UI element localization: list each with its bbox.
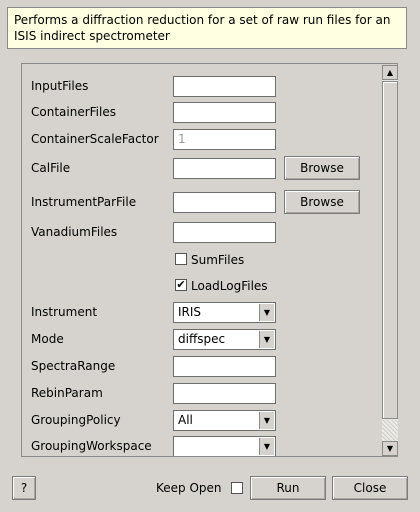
down-arrow-icon[interactable]: ▼ [382, 441, 398, 456]
container-files-field[interactable] [173, 102, 276, 123]
chevron-down-icon: ▼ [259, 331, 274, 348]
close-button[interactable]: Close [332, 476, 408, 500]
algorithm-description: Performs a diffraction reduction for a s… [7, 7, 407, 49]
row-load-log-files: ✔ LoadLogFiles [22, 275, 397, 299]
instrument-value: IRIS [178, 305, 202, 319]
instrument-label: Instrument [31, 305, 98, 319]
mode-select[interactable]: diffspec ▼ [173, 329, 276, 350]
sum-files-checkbox[interactable] [175, 253, 187, 265]
properties-panel: InputFiles ContainerFiles ContainerScale… [21, 63, 398, 457]
load-log-files-label: LoadLogFiles [191, 279, 268, 293]
row-container-files: ContainerFiles [22, 101, 397, 125]
grouping-workspace-label: GroupingWorkspace [31, 439, 152, 453]
row-rebin-param: RebinParam [22, 382, 397, 406]
grouping-policy-label: GroupingPolicy [31, 413, 121, 427]
row-grouping-workspace: GroupingWorkspace ▼ [22, 435, 397, 456]
up-arrow-icon[interactable]: ▲ [382, 65, 398, 80]
mode-label: Mode [31, 332, 64, 346]
instrument-par-file-field[interactable] [173, 192, 276, 213]
rebin-param-label: RebinParam [31, 386, 103, 400]
row-mode: Mode diffspec ▼ [22, 328, 397, 352]
vertical-scrollbar[interactable]: ▲ ▼ [382, 65, 398, 456]
mode-value: diffspec [178, 332, 226, 346]
cal-file-field[interactable] [173, 158, 276, 179]
spectra-range-field[interactable] [173, 356, 276, 377]
scrollbar-thumb[interactable] [382, 81, 398, 419]
row-sum-files: SumFiles [22, 249, 397, 273]
spectra-range-label: SpectraRange [31, 359, 116, 373]
row-instrument: Instrument IRIS ▼ [22, 301, 397, 325]
load-log-files-checkbox[interactable]: ✔ [175, 279, 187, 291]
keep-open-checkbox[interactable] [231, 482, 243, 494]
row-container-scale-factor: ContainerScaleFactor 1 [22, 128, 397, 152]
vanadium-files-label: VanadiumFiles [31, 225, 118, 239]
row-grouping-policy: GroupingPolicy All ▼ [22, 409, 397, 433]
instrument-select[interactable]: IRIS ▼ [173, 302, 276, 323]
container-files-label: ContainerFiles [31, 105, 116, 119]
container-scale-factor-label: ContainerScaleFactor [31, 132, 159, 146]
row-vanadium-files: VanadiumFiles [22, 221, 397, 245]
keep-open-label: Keep Open [156, 481, 222, 495]
help-button[interactable]: ? [12, 476, 36, 500]
cal-file-label: CalFile [31, 161, 71, 175]
grouping-policy-value: All [178, 413, 193, 427]
dialog-button-bar: ? Keep Open Run Close [0, 476, 420, 502]
instrument-par-file-label: InstrumentParFile [31, 195, 137, 209]
chevron-down-icon: ▼ [259, 304, 274, 321]
row-input-files: InputFiles [22, 75, 397, 99]
input-files-field[interactable] [173, 76, 276, 97]
grouping-workspace-select[interactable]: ▼ [173, 436, 276, 456]
scrollbar-track[interactable] [382, 420, 398, 441]
run-button[interactable]: Run [250, 476, 326, 500]
row-instrument-par-file: InstrumentParFile Browse [22, 190, 397, 215]
row-spectra-range: SpectraRange [22, 355, 397, 379]
grouping-policy-select[interactable]: All ▼ [173, 410, 276, 431]
rebin-param-field[interactable] [173, 383, 276, 404]
container-scale-factor-field[interactable]: 1 [173, 129, 276, 150]
instrument-par-file-browse-button[interactable]: Browse [284, 190, 360, 214]
chevron-down-icon: ▼ [259, 438, 274, 455]
vanadium-files-field[interactable] [173, 222, 276, 243]
row-cal-file: CalFile Browse [22, 156, 397, 181]
input-files-label: InputFiles [31, 79, 89, 93]
cal-file-browse-button[interactable]: Browse [284, 156, 360, 180]
sum-files-label: SumFiles [191, 253, 245, 267]
chevron-down-icon: ▼ [259, 412, 274, 429]
